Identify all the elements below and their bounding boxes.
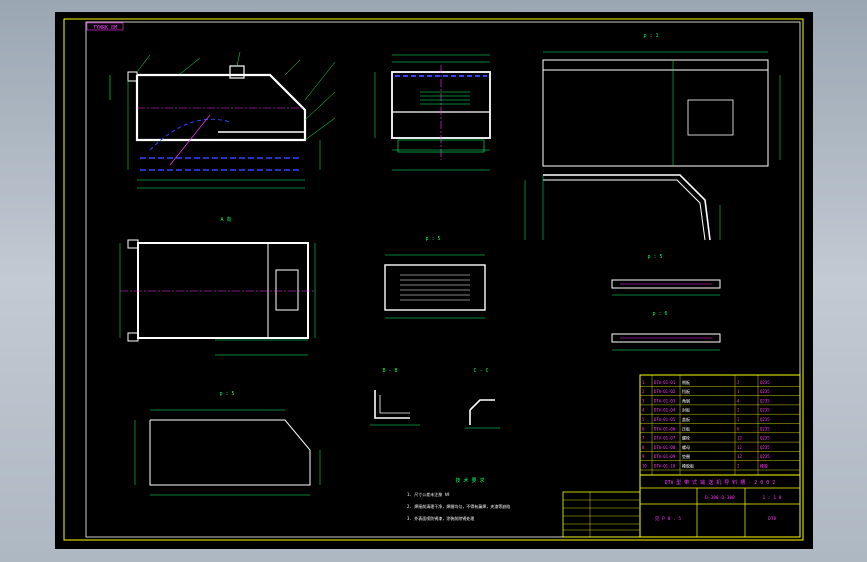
bom-cell: Q235 — [760, 426, 770, 431]
bom-cell: 螺栓 — [682, 435, 690, 441]
bom-cell: 垫圈 — [682, 453, 690, 459]
bom-cell: DTⅡ-01-10 — [654, 464, 676, 469]
bom-cell: Q235 — [760, 436, 770, 441]
bom-cell: 侧板 — [682, 379, 690, 385]
bom-cell: 压板 — [682, 425, 690, 431]
note-2: 2. 焊接前清理干净，焊缝均匀，不得有漏焊，夹渣等缺陷 — [407, 503, 510, 509]
bom-cell: Q235 — [760, 408, 770, 413]
drawing-number: D-380 Q-308 — [705, 495, 735, 501]
note-3: 3. 外表面喷防锈漆，涂装前除锈处理 — [407, 515, 474, 521]
bom-cell: 盖板 — [682, 416, 690, 422]
bom-cell: DTⅡ-01-04 — [654, 408, 676, 413]
scale: 1 : 1 0 — [763, 495, 782, 501]
bom-cell: Q235 — [760, 417, 770, 422]
view-label-pi5: p : 5 — [647, 254, 662, 260]
bom-cell: 橡胶板 — [682, 463, 694, 469]
bom-cell: 12 — [737, 445, 742, 450]
view-label-a: A 向 — [220, 216, 231, 223]
bom-cell: Q235 — [760, 380, 770, 385]
bom-cell: DTⅡ-01-03 — [654, 398, 676, 403]
note-1: 1. 尺寸公差未注按 h9 — [407, 491, 450, 497]
cad-drawing-canvas: TYWRK 8M p: 1 A 向 p: 5 p: 5 p: 6 p:… — [55, 12, 813, 549]
bom-cell: DTⅡ-01-06 — [654, 426, 676, 431]
svg-text:C - C: C - C — [473, 368, 488, 374]
bom-cell: DTⅡ-01-01 — [654, 380, 676, 385]
bom-cell: Q235 — [760, 454, 770, 459]
bom-cell: DTⅡ-01-09 — [654, 454, 676, 459]
view-label-pi6: p : 6 — [652, 311, 667, 317]
bom-cell: 橡胶 — [760, 463, 768, 469]
bom-cell: 挡板 — [682, 388, 690, 394]
view-label-pi1: p : 1 — [643, 33, 658, 39]
bom-cell: 封板 — [682, 407, 690, 413]
bom-cell: Q235 — [760, 398, 770, 403]
bom-cell: Q235 — [760, 389, 770, 394]
bom-cell: 10 — [642, 464, 647, 469]
bom-cell: DTⅡ-01-07 — [654, 436, 676, 441]
svg-text:B - B: B - B — [382, 368, 397, 374]
bom-cell: 12 — [737, 454, 742, 459]
view-label-p: p : 5 — [425, 236, 440, 242]
bom-cell: DTⅡ-01-05 — [654, 417, 676, 422]
bom-cell: Q235 — [760, 445, 770, 450]
bom-cell: 角钢 — [682, 397, 690, 403]
bom-cell: DTⅡ-01-02 — [654, 389, 676, 394]
bom-cell: 12 — [737, 436, 742, 441]
bom-cell: 螺母 — [682, 444, 690, 450]
weight-note: 见 P 8 . 5 — [655, 516, 681, 522]
company: DTⅡ — [768, 516, 776, 522]
corner-tag: TYWRK 8M — [93, 25, 117, 31]
bom-cell: DTⅡ-01-08 — [654, 445, 676, 450]
view-label-top: p : 5 — [219, 391, 234, 397]
tech-title: 技 术 要 求 — [455, 477, 484, 484]
main-title: DTⅡ 型 带 式 输 送 机 导 料 槽 - 2 0 0 2 — [665, 479, 776, 486]
